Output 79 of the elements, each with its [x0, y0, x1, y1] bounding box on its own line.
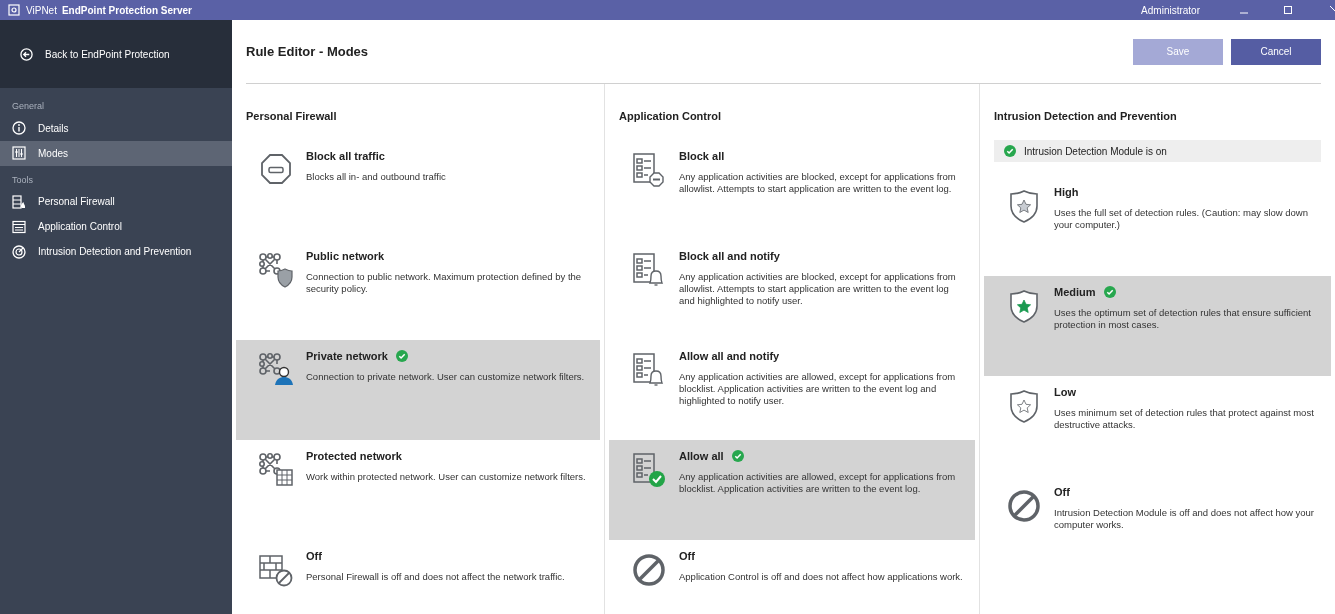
window-title: EndPoint Protection Server [61, 3, 192, 18]
option-title: Low [1054, 385, 1076, 400]
column-heading: Intrusion Detection and Prevention [993, 109, 1178, 124]
firewall-icon [12, 194, 26, 209]
app-logo-icon [8, 4, 20, 16]
column-heading: Application Control [618, 109, 723, 124]
option-title: Allow all and notify [679, 349, 780, 364]
option-title: Off [306, 549, 322, 564]
mode-option[interactable]: Allow all and notify Any application activities are allowed, except for applications from blocklist. Application activities are written to the event log and highlighted to notify user. [609, 340, 975, 440]
option-description: Personal Firewall is off and does not affect the network traffic. [306, 570, 565, 583]
section-heading: Tools [11, 173, 34, 187]
list-check-icon [631, 452, 667, 488]
option-title: Medium [1054, 285, 1096, 300]
option-description: Work within protected network. User can customize network filters. [306, 470, 586, 483]
cancel-button[interactable]: Cancel [1231, 38, 1321, 65]
option-description: Blocks all in- and outbound traffic [306, 170, 446, 183]
maximize-icon[interactable] [1284, 6, 1292, 14]
option-title: High [1054, 185, 1079, 200]
no-entry-icon [631, 552, 667, 588]
option-description: Intrusion Detection Module is off and does not affect how your computer works. [1054, 506, 1315, 531]
network-grid-icon [258, 452, 294, 488]
network-user-icon [258, 352, 294, 388]
app-name: ViPNet [26, 3, 57, 18]
mode-option[interactable]: Protected network Work within protected network. User can customize network filters. [236, 440, 600, 540]
option-description: Uses the full set of detection rules. (Caution: may slow down your computer.) [1054, 206, 1309, 231]
sidebar-item[interactable]: Intrusion Detection and Prevention [0, 239, 232, 264]
radar-icon [12, 244, 26, 259]
option-description: Any application activities are allowed, except for applications from blocklist. Application activities are written to the event log and highlighted to notify user. [679, 370, 957, 407]
option-description: Uses the optimum set of detection rules that ensure sufficient protection in most cases. [1054, 306, 1312, 331]
option-title: Allow all [679, 449, 724, 464]
mode-option[interactable]: Block all and notify Any application activities are blocked, except for applications from allowlist. Attempts to start application are written to the event log and highlighted to notify user. [609, 240, 975, 340]
check-icon [1004, 145, 1016, 157]
back-link[interactable]: Back to EndPoint Protection [20, 46, 170, 62]
no-entry-icon [1006, 488, 1042, 524]
user-name: Administrator [1141, 3, 1200, 18]
mode-option[interactable]: Off Application Control is off and does not affect how applications work. [609, 540, 975, 614]
option-title: Off [679, 549, 695, 564]
mode-option[interactable]: Off Personal Firewall is off and does not affect the network traffic. [236, 540, 600, 614]
option-title: Block all and notify [679, 249, 780, 264]
option-description: Any application activities are allowed, except for applications from blocklist. Application activities are written to the event log. [679, 470, 957, 495]
option-description: Any application activities are blocked, except for applications from allowlist. Attempts to start application are written to the event log. [679, 170, 957, 195]
check-icon [1103, 286, 1116, 299]
close-icon[interactable] [1330, 6, 1335, 14]
mode-option[interactable]: Block all traffic Blocks all in- and outbound traffic [236, 140, 600, 240]
sidebar-item[interactable]: Personal Firewall [0, 189, 232, 214]
mode-option[interactable]: Low Uses minimum set of detection rules that protect against most destructive attacks. [984, 376, 1331, 476]
sidebar-item[interactable]: Application Control [0, 214, 232, 239]
option-title: Off [1054, 485, 1070, 500]
column-heading: Personal Firewall [245, 109, 338, 124]
mode-option[interactable]: Medium Uses the optimum set of detection rules that ensure sufficient protection in most cases. [984, 276, 1331, 376]
mode-option[interactable]: High Uses the full set of detection rules. (Caution: may slow down your computer.) [984, 176, 1331, 276]
status-text: Intrusion Detection Module is on [1024, 144, 1167, 159]
option-description: Application Control is off and does not affect how applications work. [679, 570, 963, 583]
option-title: Block all [679, 149, 725, 164]
option-title: Private network [306, 349, 388, 364]
section-heading: General [11, 100, 46, 113]
window-list-icon [12, 219, 26, 234]
mode-option[interactable]: Allow all Any application activities are allowed, except for applications from blocklist. Application activities are written to the event log. [609, 440, 975, 540]
check-icon [395, 350, 408, 363]
check-icon [731, 450, 744, 463]
mode-option[interactable]: Private network Connection to private network. User can customize network filters. [236, 340, 600, 440]
mode-option[interactable]: Block all Any application activities are blocked, except for applications from allowlist. Attempts to start application are written to the event log. [609, 140, 975, 240]
option-title: Public network [306, 249, 385, 264]
mode-option[interactable]: Off Intrusion Detection Module is off and does not affect how your computer works. [984, 476, 1331, 576]
option-description: Connection to private network. User can customize network filters. [306, 370, 585, 383]
mode-option[interactable]: Public network Connection to public network. Maximum protection defined by the security policy. [236, 240, 600, 340]
page-title: Rule Editor - Modes [246, 42, 369, 61]
sliders-icon [12, 146, 26, 160]
option-title: Protected network [306, 449, 402, 464]
info-icon [12, 121, 26, 135]
option-title: Block all traffic [306, 149, 385, 164]
option-description: Any application activities are blocked, except for applications from allowlist. Attempts to start application are written to the event log and highlighted to notify user. [679, 270, 957, 307]
network-shield-icon [258, 252, 294, 288]
option-description: Connection to public network. Maximum protection defined by the security policy. [306, 270, 583, 295]
option-description: Uses minimum set of detection rules that protect against most destructive attacks. [1054, 406, 1315, 431]
list-stop-icon [631, 152, 667, 188]
sidebar-item[interactable]: Details [0, 115, 232, 141]
blocked-wall-icon [258, 552, 294, 588]
sidebar-item[interactable]: Modes [0, 140, 232, 166]
